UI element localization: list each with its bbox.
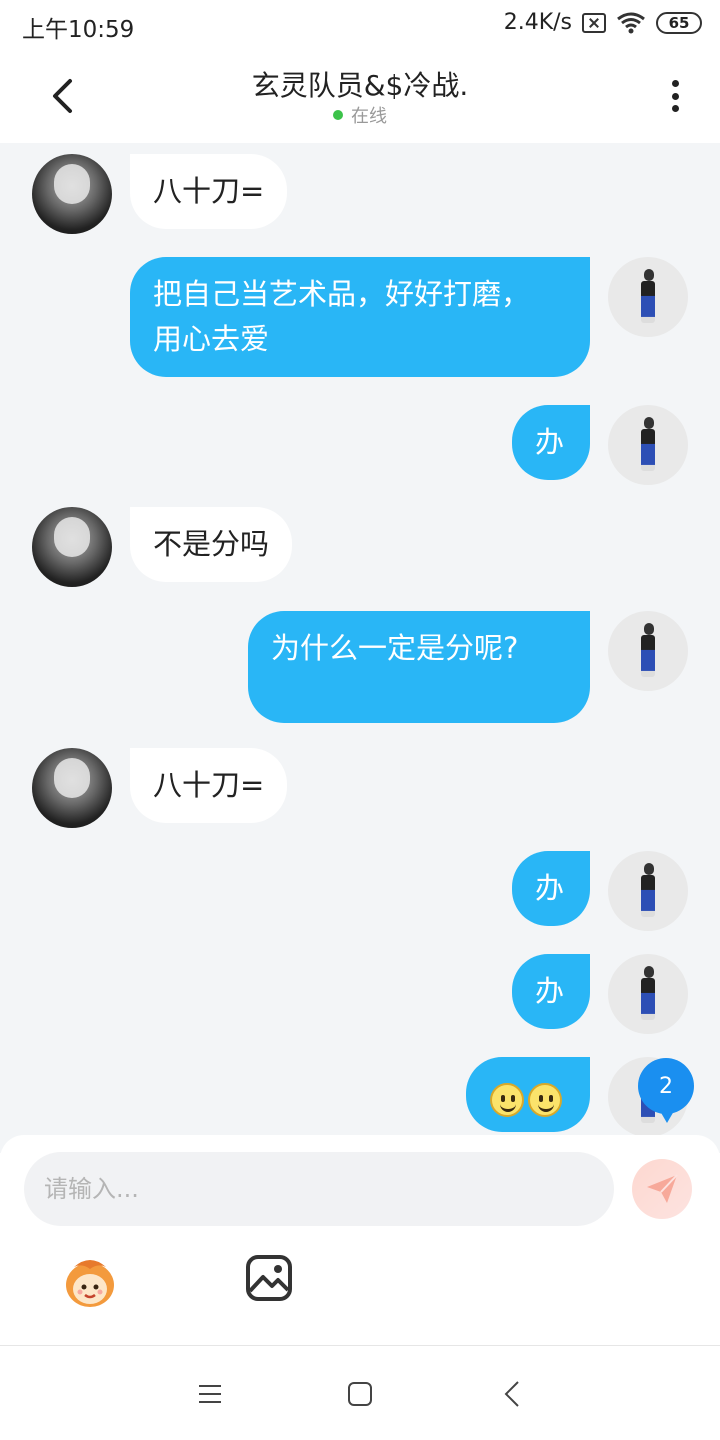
menu-button[interactable] bbox=[190, 1374, 230, 1414]
my-avatar[interactable] bbox=[608, 405, 688, 485]
network-speed: 2.4K/s bbox=[503, 10, 572, 35]
message-bubble-sent[interactable] bbox=[466, 1057, 590, 1132]
my-avatar[interactable] bbox=[608, 851, 688, 931]
menu-icon bbox=[199, 1385, 221, 1403]
contact-avatar[interactable] bbox=[32, 748, 112, 828]
status-bar: 上午10:59 2.4K/s 65 bbox=[0, 0, 720, 50]
presence-status: 在线 bbox=[0, 102, 720, 128]
message-line: 用心去爱 bbox=[153, 322, 270, 356]
image-picker-button[interactable] bbox=[244, 1253, 296, 1305]
wifi-icon bbox=[617, 12, 645, 33]
battery-icon: 65 bbox=[656, 11, 702, 34]
message-bubble-sent[interactable]: 办 bbox=[512, 405, 590, 480]
message-bubble-sent[interactable]: 办 bbox=[512, 851, 590, 926]
battery-level: 65 bbox=[668, 13, 690, 32]
my-avatar[interactable] bbox=[608, 257, 688, 337]
message-bubble-sent[interactable]: 为什么一定是分呢? bbox=[248, 611, 590, 723]
emoji-sticker-button[interactable] bbox=[60, 1255, 120, 1311]
message-bubble-received[interactable]: 不是分吗 bbox=[130, 507, 293, 582]
more-vertical-icon bbox=[671, 80, 679, 87]
chat-message-list[interactable]: 八十刀= 把自己当艺术品，好好打磨， 用心去爱 办 不是分吗 为什么一定是分呢?… bbox=[0, 143, 720, 1153]
message-bubble-sent[interactable]: 把自己当艺术品，好好打磨， 用心去爱 bbox=[130, 257, 590, 377]
nav-back-button[interactable] bbox=[492, 1374, 532, 1414]
message-input[interactable] bbox=[24, 1152, 614, 1226]
my-avatar[interactable] bbox=[608, 611, 688, 691]
smile-emoji-icon bbox=[528, 1083, 562, 1117]
paper-plane-icon bbox=[647, 1174, 678, 1203]
home-square-icon bbox=[348, 1382, 372, 1406]
input-panel bbox=[0, 1135, 720, 1345]
contact-avatar[interactable] bbox=[32, 507, 112, 587]
online-dot-icon bbox=[333, 110, 343, 120]
message-bubble-received[interactable]: 八十刀= bbox=[130, 154, 288, 229]
send-button[interactable] bbox=[632, 1159, 692, 1219]
chat-header: 玄灵队员&$冷战. 在线 bbox=[0, 50, 720, 143]
unread-count-badge[interactable]: 2 bbox=[638, 1058, 694, 1123]
emoji-sticker-icon bbox=[66, 1260, 114, 1307]
more-options-button[interactable] bbox=[660, 76, 690, 116]
presence-label: 在线 bbox=[351, 106, 387, 127]
status-indicators: 2.4K/s 65 bbox=[504, 10, 702, 35]
message-line: 把自己当艺术品，好好打磨， bbox=[153, 277, 531, 311]
my-avatar[interactable] bbox=[608, 954, 688, 1034]
message-bubble-received[interactable]: 八十刀= bbox=[130, 748, 288, 823]
home-button[interactable] bbox=[340, 1374, 380, 1414]
status-time: 上午10:59 bbox=[22, 17, 135, 43]
back-triangle-icon bbox=[504, 1381, 519, 1407]
contact-avatar[interactable] bbox=[32, 154, 112, 234]
sim-off-icon bbox=[582, 12, 606, 33]
message-bubble-sent[interactable]: 办 bbox=[512, 954, 590, 1029]
system-nav-bar bbox=[0, 1345, 720, 1440]
chat-title: 玄灵队员&$冷战. bbox=[251, 69, 469, 102]
smile-emoji-icon bbox=[490, 1083, 524, 1117]
image-icon bbox=[246, 1255, 292, 1301]
